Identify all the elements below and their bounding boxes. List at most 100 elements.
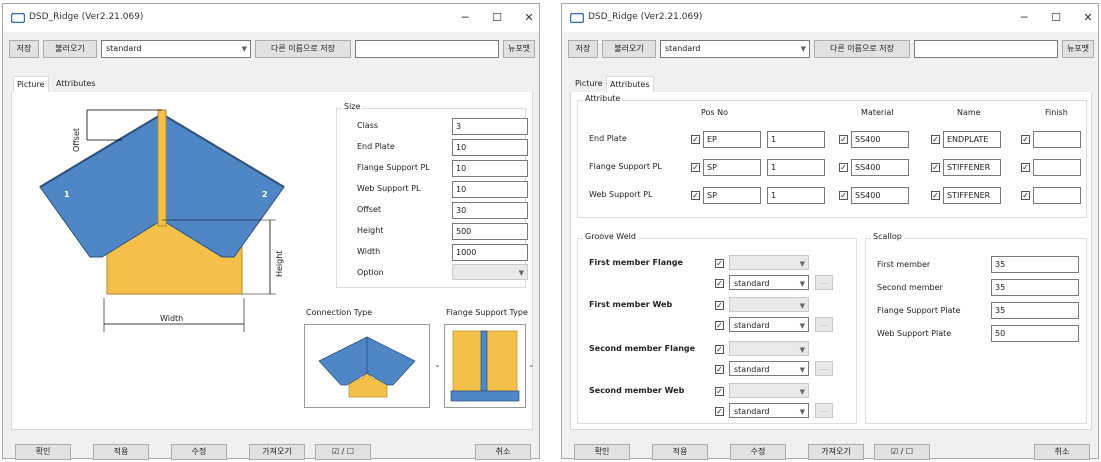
groove-checkbox[interactable]: ✓ [715,301,724,310]
groove-type-combo[interactable]: ▼ [729,255,809,270]
cancel-button[interactable]: 취소 [1034,444,1090,460]
finish-checkbox[interactable]: ✓ [1021,163,1030,172]
groove-std-checkbox[interactable]: ✓ [715,279,724,288]
chevron-down-icon[interactable]: ⌄ [434,360,441,369]
name-input[interactable]: STIFFENER [943,159,1001,176]
prefix-input[interactable]: SP [703,159,761,176]
minimize-icon[interactable]: ─ [455,10,475,26]
groove-standard-combo[interactable]: standard ▼ [729,403,809,418]
save-as-button[interactable]: 다른 이름으로 저장 [255,40,351,58]
preset-combo[interactable]: standard ▼ [660,40,810,58]
update-button[interactable]: 뉴포맷 [503,40,535,58]
preset-combo[interactable]: standard ▼ [101,40,251,58]
more-button[interactable]: ... [815,317,833,332]
height-input[interactable]: 500 [452,223,528,240]
finish-input[interactable] [1033,159,1081,176]
tab-attributes[interactable]: Attributes [606,76,654,92]
get-button[interactable]: 가져오기 [808,444,864,460]
start-number-input[interactable]: 1 [767,131,825,148]
groove-standard-combo[interactable]: standard ▼ [729,317,809,332]
scallop-input[interactable]: 50 [991,325,1079,342]
maximize-icon[interactable]: ☐ [487,10,507,26]
flange-support-type-selector[interactable] [444,324,526,408]
option-combo[interactable]: ▼ [452,264,528,280]
material-checkbox[interactable]: ✓ [839,191,848,200]
web-support-input[interactable]: 10 [452,181,528,198]
width-input[interactable]: 1000 [452,244,528,261]
end-plate-input[interactable]: 10 [452,139,528,156]
more-button[interactable]: ... [815,403,833,418]
scallop-input[interactable]: 35 [991,279,1079,296]
title-bar[interactable]: DSD_Ridge (Ver2.21.069) ─ ☐ ✕ [562,4,1098,32]
tab-picture[interactable]: Picture [13,76,49,92]
update-button[interactable]: 뉴포맷 [1062,40,1094,58]
save-button[interactable]: 저장 [9,40,39,58]
groove-checkbox[interactable]: ✓ [715,345,724,354]
prefix-checkbox[interactable]: ✓ [691,163,700,172]
offset-input[interactable]: 30 [452,202,528,219]
toggle-button[interactable]: ☑ / ☐ [874,444,930,460]
finish-input[interactable] [1033,187,1081,204]
prefix-checkbox[interactable]: ✓ [691,191,700,200]
finish-checkbox[interactable]: ✓ [1021,191,1030,200]
name-checkbox[interactable]: ✓ [931,163,940,172]
groove-type-combo[interactable]: ▼ [729,341,809,356]
groove-std-checkbox[interactable]: ✓ [715,321,724,330]
finish-checkbox[interactable]: ✓ [1021,135,1030,144]
minimize-icon[interactable]: ─ [1014,10,1034,26]
finish-input[interactable] [1033,131,1081,148]
class-input[interactable]: 3 [452,118,528,135]
toggle-button[interactable]: ☑ / ☐ [315,444,371,460]
material-checkbox[interactable]: ✓ [839,135,848,144]
save-button[interactable]: 저장 [568,40,598,58]
get-button[interactable]: 가져오기 [249,444,305,460]
attribute-group [577,100,1087,218]
name-input[interactable]: STIFFENER [943,187,1001,204]
groove-checkbox[interactable]: ✓ [715,387,724,396]
title-bar[interactable]: DSD_Ridge (Ver2.21.069) ─ ☐ ✕ [3,4,539,32]
groove-standard-combo[interactable]: standard ▼ [729,275,809,290]
close-icon[interactable]: ✕ [1078,10,1098,26]
close-icon[interactable]: ✕ [519,10,539,26]
connection-type-selector[interactable] [304,324,430,408]
material-input[interactable]: SS400 [851,131,909,148]
chevron-down-icon[interactable]: ⌄ [528,360,535,369]
tab-picture[interactable]: Picture [572,76,606,92]
preset-name-input[interactable] [914,40,1058,58]
prefix-checkbox[interactable]: ✓ [691,135,700,144]
prefix-input[interactable]: SP [703,187,761,204]
load-button[interactable]: 불러오기 [602,40,656,58]
maximize-icon[interactable]: ☐ [1046,10,1066,26]
groove-std-checkbox[interactable]: ✓ [715,407,724,416]
start-number-input[interactable]: 1 [767,159,825,176]
modify-button[interactable]: 수정 [171,444,227,460]
modify-button[interactable]: 수정 [730,444,786,460]
groove-standard-combo[interactable]: standard ▼ [729,361,809,376]
material-checkbox[interactable]: ✓ [839,163,848,172]
prefix-input[interactable]: EP [703,131,761,148]
name-checkbox[interactable]: ✓ [931,191,940,200]
groove-type-combo[interactable]: ▼ [729,383,809,398]
apply-button[interactable]: 적용 [93,444,149,460]
groove-std-checkbox[interactable]: ✓ [715,365,724,374]
material-input[interactable]: SS400 [851,187,909,204]
name-checkbox[interactable]: ✓ [931,135,940,144]
ok-button[interactable]: 확인 [15,444,71,460]
cancel-button[interactable]: 취소 [475,444,531,460]
apply-button[interactable]: 적용 [652,444,708,460]
load-button[interactable]: 불러오기 [43,40,97,58]
ok-button[interactable]: 확인 [574,444,630,460]
save-as-button[interactable]: 다른 이름으로 저장 [814,40,910,58]
more-button[interactable]: ... [815,361,833,376]
groove-type-combo[interactable]: ▼ [729,297,809,312]
tab-attributes[interactable]: Attributes [53,76,99,92]
material-input[interactable]: SS400 [851,159,909,176]
scallop-input[interactable]: 35 [991,256,1079,273]
preset-name-input[interactable] [355,40,499,58]
flange-support-input[interactable]: 10 [452,160,528,177]
name-input[interactable]: ENDPLATE [943,131,1001,148]
groove-checkbox[interactable]: ✓ [715,259,724,268]
scallop-input[interactable]: 35 [991,302,1079,319]
start-number-input[interactable]: 1 [767,187,825,204]
more-button[interactable]: ... [815,275,833,290]
